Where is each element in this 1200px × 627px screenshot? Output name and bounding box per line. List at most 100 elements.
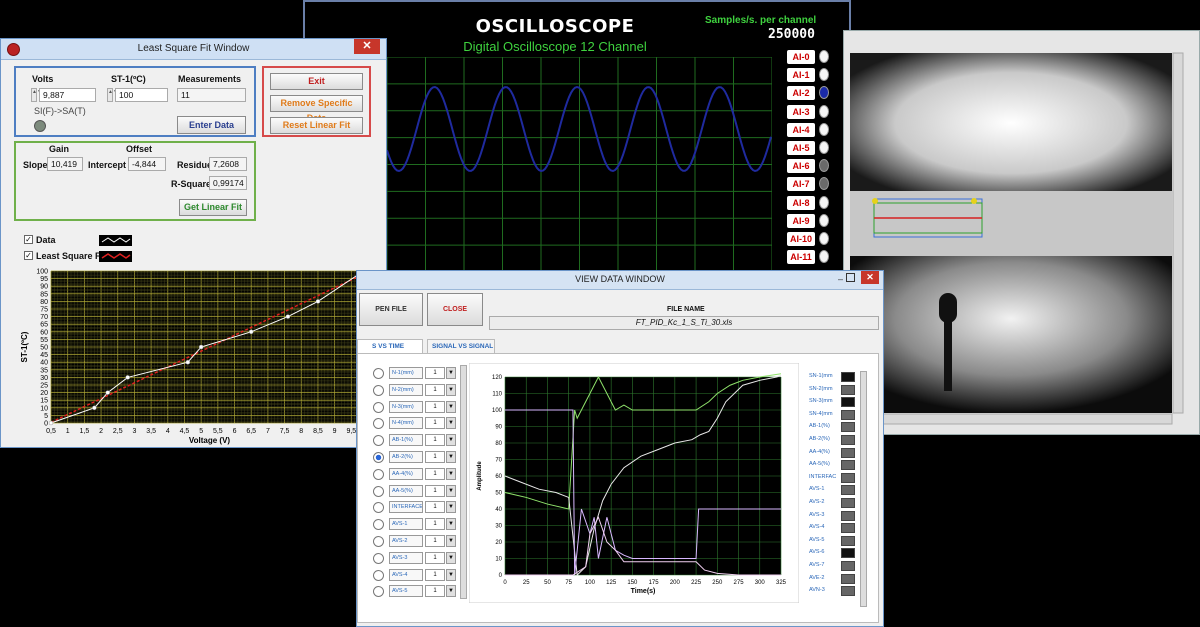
open-file-button[interactable]: PEN FILE xyxy=(359,293,423,326)
legend-swatch[interactable] xyxy=(841,384,855,395)
signal-radio[interactable] xyxy=(373,452,384,463)
tab-signal-vs-signal[interactable]: SIGNAL VS SIGNAL xyxy=(427,339,495,353)
lsf-close-icon[interactable]: ✕ xyxy=(354,39,380,54)
channel-row[interactable]: AI-11 xyxy=(787,250,835,266)
chevron-down-icon[interactable]: ▼ xyxy=(446,451,456,463)
get-linear-fit-button[interactable]: Get Linear Fit xyxy=(179,199,247,216)
channel-label[interactable]: AI-11 xyxy=(787,250,815,265)
channel-row[interactable]: AI-10 xyxy=(787,232,835,248)
signal-scale[interactable]: 1 xyxy=(425,501,445,514)
chevron-down-icon[interactable]: ▼ xyxy=(446,400,456,413)
channel-label[interactable]: AI-8 xyxy=(787,195,815,210)
chevron-down-icon[interactable]: ▼ xyxy=(446,568,456,581)
signal-row[interactable]: AA-5(%) 1 ▼ xyxy=(367,484,457,499)
chevron-down-icon[interactable]: ▼ xyxy=(446,367,456,379)
st1-field[interactable]: 100 xyxy=(115,88,168,102)
legend-swatch[interactable] xyxy=(841,523,855,534)
channel-led[interactable] xyxy=(819,195,829,209)
st1-spin[interactable]: ▲▼ xyxy=(107,88,118,102)
legend-swatch[interactable] xyxy=(841,447,855,458)
lsf-data-point[interactable] xyxy=(248,329,254,335)
channel-label[interactable]: AI-5 xyxy=(787,141,815,155)
signal-scale[interactable]: 1 xyxy=(425,417,445,430)
channel-led[interactable] xyxy=(819,232,829,245)
signal-scale[interactable]: 1 xyxy=(425,367,445,379)
signal-row[interactable]: N-3(mm) 1 ▼ xyxy=(367,400,457,415)
channel-label[interactable]: AI-9 xyxy=(787,213,815,228)
legend-swatch[interactable] xyxy=(841,498,855,508)
channel-led[interactable] xyxy=(819,104,829,118)
channel-row[interactable]: AI-7 xyxy=(787,177,835,193)
channel-row[interactable]: AI-4 xyxy=(787,122,835,139)
chevron-down-icon[interactable]: ▼ xyxy=(446,585,456,598)
channel-led[interactable] xyxy=(819,250,829,264)
volts-field[interactable]: 9,887 xyxy=(39,88,96,102)
legend-swatch[interactable] xyxy=(841,472,855,483)
lsf-data-point[interactable] xyxy=(198,344,204,350)
legend-swatch[interactable] xyxy=(841,409,855,420)
signal-radio[interactable] xyxy=(373,401,384,413)
signal-row[interactable]: AVS-5 1 ▼ xyxy=(367,585,457,599)
signal-scale[interactable]: 1 xyxy=(425,400,445,413)
legend-swatch[interactable] xyxy=(841,435,855,445)
camera-marker-left[interactable] xyxy=(872,198,878,204)
legend-row[interactable]: AVS-1 xyxy=(809,485,867,497)
channel-led[interactable] xyxy=(819,159,829,173)
signal-scale[interactable]: 1 xyxy=(425,484,445,497)
signal-radio[interactable] xyxy=(373,536,384,547)
signal-scale[interactable]: 1 xyxy=(425,535,445,547)
signal-radio[interactable] xyxy=(373,384,384,396)
legend-swatch[interactable] xyxy=(841,422,855,433)
channel-label[interactable]: AI-7 xyxy=(787,177,815,192)
lsf-data-point[interactable] xyxy=(315,299,321,304)
close-data-button[interactable]: CLOSE xyxy=(427,293,483,326)
legend-swatch[interactable] xyxy=(841,535,855,546)
minimize-icon[interactable]: – xyxy=(838,274,843,284)
chevron-down-icon[interactable]: ▼ xyxy=(446,434,456,447)
tab-signals-vs-time[interactable]: S VS TIME xyxy=(357,339,423,353)
chevron-down-icon[interactable]: ▼ xyxy=(446,383,456,396)
toggle-led[interactable] xyxy=(34,120,46,132)
maximize-icon[interactable] xyxy=(846,273,855,282)
signal-scale[interactable]: 1 xyxy=(425,518,445,531)
signal-radio[interactable] xyxy=(373,435,384,447)
signal-list-scrollbar[interactable] xyxy=(460,365,467,599)
camera-vscroll[interactable] xyxy=(1172,52,1184,414)
legend-swatch[interactable] xyxy=(841,397,855,408)
legend-swatch[interactable] xyxy=(841,460,855,471)
channel-led[interactable] xyxy=(819,50,829,63)
legend-row[interactable]: AB-2(%) xyxy=(809,435,867,447)
legend-scrollbar[interactable] xyxy=(860,371,867,607)
channel-row[interactable]: AI-5 xyxy=(787,141,835,157)
signal-row[interactable]: AB-1(%) 1 ▼ xyxy=(367,434,457,448)
signal-row[interactable]: AVS-4 1 ▼ xyxy=(367,568,457,583)
channel-led[interactable] xyxy=(819,141,829,154)
channel-row[interactable]: AI-9 xyxy=(787,213,835,230)
legend-row[interactable]: AA-4(%) xyxy=(809,447,867,460)
reset-fit-button[interactable]: Reset Linear Fit xyxy=(270,117,363,134)
channel-row[interactable]: AI-3 xyxy=(787,104,835,121)
signal-radio[interactable] xyxy=(373,552,384,564)
legend-swatch[interactable] xyxy=(841,573,855,584)
channel-label[interactable]: AI-4 xyxy=(787,122,815,137)
legend-row[interactable]: INTERFAC xyxy=(809,472,867,485)
channel-row[interactable]: AI-8 xyxy=(787,195,835,212)
signal-radio[interactable] xyxy=(373,502,384,514)
signal-row[interactable]: N-4(mm) 1 ▼ xyxy=(367,417,457,431)
legend-swatch[interactable] xyxy=(841,548,855,559)
signal-radio[interactable] xyxy=(373,485,384,497)
signal-scale[interactable]: 1 xyxy=(425,383,445,396)
legend-row[interactable]: AB-1(%) xyxy=(809,422,867,434)
signal-scale[interactable]: 1 xyxy=(425,467,445,480)
chevron-down-icon[interactable]: ▼ xyxy=(446,484,456,497)
remove-data-button[interactable]: Remove Specific Data xyxy=(270,95,363,123)
signal-radio[interactable] xyxy=(373,569,384,581)
data-checkbox[interactable]: ✓ xyxy=(24,235,33,244)
channel-led[interactable] xyxy=(819,86,829,100)
lsf-titlebar[interactable]: Least Square Fit Window ✕ xyxy=(1,39,386,60)
samples-value[interactable]: 250000 xyxy=(768,27,815,42)
camera-marker-right[interactable] xyxy=(971,198,977,204)
channel-led[interactable] xyxy=(819,177,829,191)
signal-row[interactable]: AB-2(%) 1 ▼ xyxy=(367,451,457,465)
legend-swatch[interactable] xyxy=(841,372,855,382)
